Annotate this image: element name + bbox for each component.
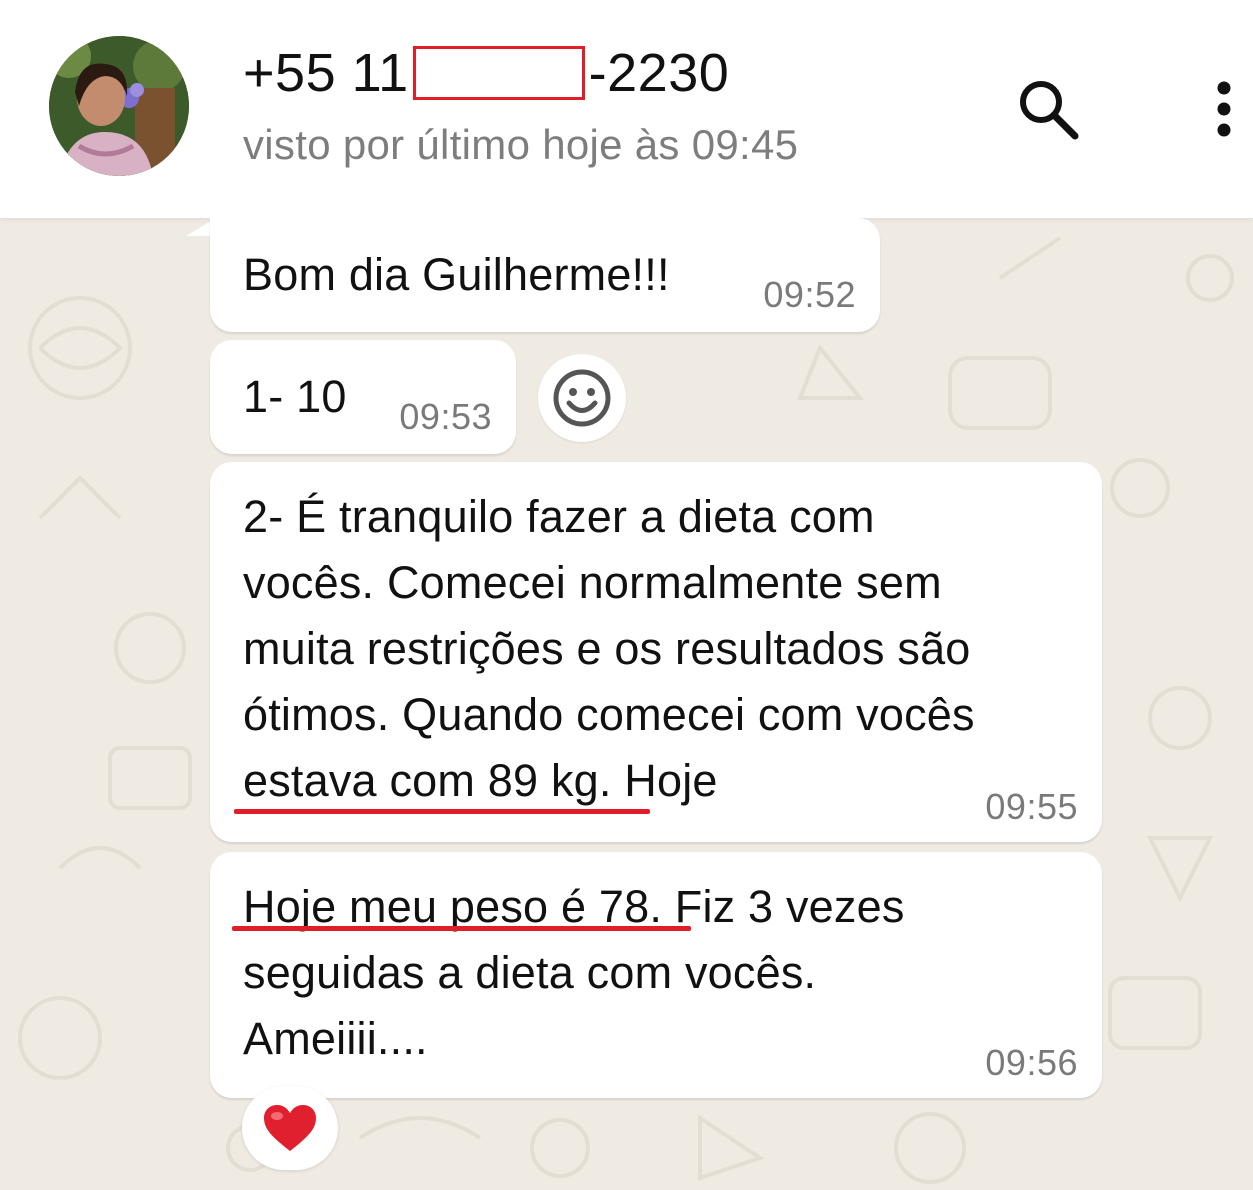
message-line: Ameiiii.... <box>243 1013 428 1064</box>
more-options-icon <box>1217 81 1231 137</box>
message-reaction[interactable] <box>242 1086 338 1170</box>
message-line: estava com 89 kg. Hoje <box>243 755 718 806</box>
search-icon <box>1020 81 1079 140</box>
red-underline-annotation <box>234 809 650 814</box>
message-time: 09:56 <box>985 1042 1078 1083</box>
contact-name[interactable]: +55 11 -2230 <box>243 40 729 106</box>
message-text: 2- É tranquilo fazer a dieta com vocês. … <box>243 484 1093 814</box>
red-underline-annotation <box>232 926 691 931</box>
message-text: 1- 10 <box>243 371 347 422</box>
message-line: vocês. Comecei normalmente sem <box>243 557 942 608</box>
message-line: ótimos. Quando comecei com vocês <box>243 689 975 740</box>
phone-prefix: +55 11 <box>243 43 409 103</box>
message-time: 09:53 <box>399 396 492 437</box>
heart-icon <box>264 1105 316 1151</box>
last-seen-status: visto por último hoje às 09:45 <box>243 121 799 168</box>
chat-header: +55 11 -2230 visto por último hoje às 09… <box>0 0 1253 219</box>
message-text: Bom dia Guilherme!!! <box>243 249 670 300</box>
message-bubble[interactable]: 2- É tranquilo fazer a dieta com vocês. … <box>210 462 1102 842</box>
redacted-digits <box>412 46 585 100</box>
message-text: Hoje meu peso é 78. Fiz 3 vezes seguidas… <box>243 874 1093 1072</box>
phone-suffix: -2230 <box>588 43 730 103</box>
message-time: 09:55 <box>985 786 1078 827</box>
more-options-button[interactable] <box>1202 74 1246 144</box>
add-reaction-button[interactable] <box>538 354 626 442</box>
message-line: muita restrições e os resultados são <box>243 623 971 674</box>
message-line: seguidas a dieta com vocês. <box>243 947 817 998</box>
message-bubble[interactable]: Hoje meu peso é 78. Fiz 3 vezes seguidas… <box>210 852 1102 1098</box>
message-time: 09:52 <box>763 274 856 315</box>
contact-avatar[interactable] <box>49 36 189 176</box>
message-bubble[interactable]: Bom dia Guilherme!!! 09:52 <box>210 218 880 332</box>
message-bubble[interactable]: 1- 10 09:53 <box>210 340 516 454</box>
message-line: 2- É tranquilo fazer a dieta com <box>243 491 875 542</box>
smiley-icon <box>553 369 611 427</box>
search-button[interactable] <box>1010 74 1086 144</box>
